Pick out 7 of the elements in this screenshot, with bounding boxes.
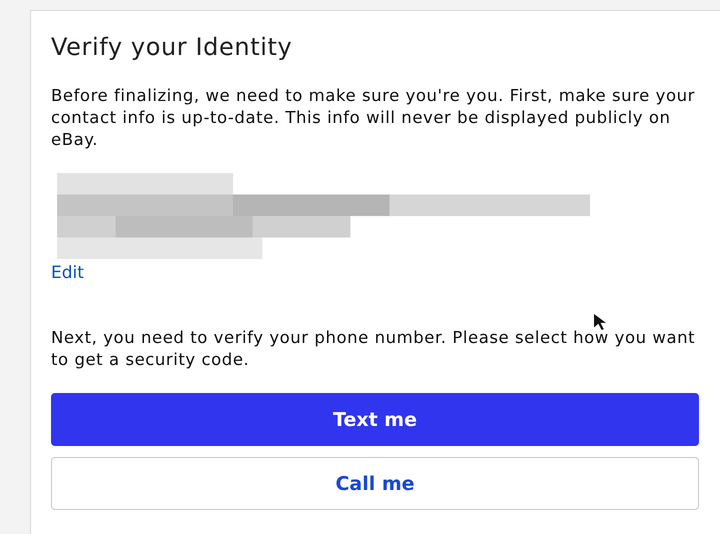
cursor-icon (594, 314, 606, 330)
instruction-text: Next, you need to verify your phone number. Please select how you want to get a security code. (51, 327, 696, 371)
intro-text: Before finalizing, we need to make sure you're you. First, make sure your contact info is up-to-date. This info will never be displayed publicly on eBay. (51, 85, 696, 151)
edit-link[interactable]: Edit (51, 263, 84, 283)
text-me-button[interactable]: Text me (51, 393, 699, 446)
call-me-button[interactable]: Call me (51, 457, 699, 510)
dialog-title: Verify your Identity (51, 33, 294, 61)
